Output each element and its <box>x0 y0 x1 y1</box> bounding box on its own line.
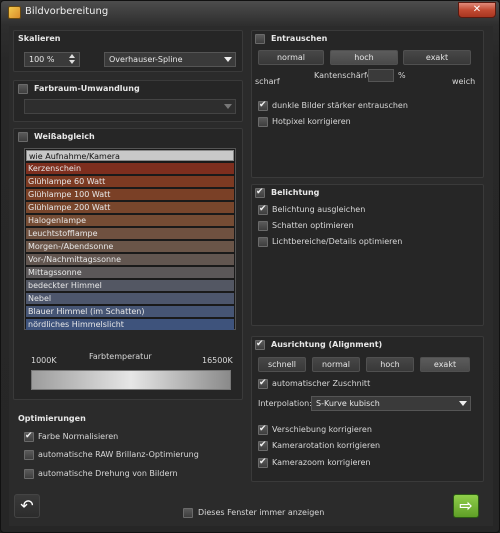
wb-preset-item[interactable]: Halogenlampe <box>26 215 234 226</box>
whitebalance-checkbox[interactable] <box>18 132 28 142</box>
wb-preset-item[interactable]: Mittagssonne <box>26 267 234 278</box>
colorspace-checkbox[interactable] <box>18 84 28 94</box>
denoise-exact-button[interactable]: exakt <box>403 50 471 65</box>
denoise-high-button[interactable]: hoch <box>330 50 398 65</box>
window-title: Bildvorbereitung <box>25 6 109 17</box>
normalize-color-label: Farbe Normalisieren <box>38 432 119 441</box>
shift-correct-label: Verschiebung korrigieren <box>272 425 372 434</box>
highlights-optimize-label: Lichtbereiche/Details optimieren <box>272 237 403 246</box>
edge-sharpness-label: Kantenschärfe <box>314 71 372 80</box>
align-high-button[interactable]: hoch <box>366 357 414 372</box>
denoise-normal-button[interactable]: normal <box>258 50 324 65</box>
scale-method-dropdown[interactable]: Overhauser-Spline <box>104 52 236 67</box>
interpolation-label: Interpolation: <box>258 399 312 408</box>
zoom-correct-label: Kamerazoom korrigieren <box>272 458 371 467</box>
shadows-optimize-label: Schatten optimieren <box>272 221 354 230</box>
chevron-down-icon <box>459 401 467 406</box>
wb-preset-item[interactable]: Blauer Himmel (im Schatten) <box>26 306 234 317</box>
align-normal-button[interactable]: normal <box>312 357 360 372</box>
auto-rotate-label: automatische Drehung von Bildern <box>38 469 178 478</box>
always-show-checkbox[interactable] <box>183 508 193 518</box>
scale-header: Skalieren <box>18 34 61 43</box>
next-button[interactable]: ⇨ <box>453 494 479 518</box>
optimizations-header: Optimierungen <box>18 414 86 423</box>
exposure-checkbox[interactable] <box>255 187 265 198</box>
scale-spinner[interactable] <box>68 53 77 66</box>
temperature-min-label: 1000K <box>31 356 57 365</box>
denoise-checkbox[interactable] <box>255 34 265 44</box>
normalize-color-checkbox[interactable] <box>24 431 34 442</box>
alignment-checkbox[interactable] <box>255 339 265 350</box>
close-button[interactable]: ✕ <box>458 2 496 18</box>
whitebalance-preset-list[interactable]: wie Aufnahme/Kamera Kerzenschein Glühlampe… <box>24 148 236 330</box>
shift-correct-checkbox[interactable] <box>258 424 268 435</box>
wb-preset-item[interactable]: wie Aufnahme/Kamera <box>26 150 234 161</box>
wb-preset-item[interactable]: Kerzenschein <box>26 163 234 174</box>
raw-brilliance-label: automatische RAW Brillanz-Optimierung <box>38 450 199 459</box>
colorspace-dropdown[interactable] <box>24 99 236 114</box>
wb-preset-item[interactable]: Vor-/Nachmittagssonne <box>26 254 234 265</box>
scale-method-value: Overhauser-Spline <box>109 55 183 64</box>
dark-images-denoise-checkbox[interactable] <box>258 100 268 111</box>
wb-preset-item[interactable]: Leuchtstofflampe <box>26 228 234 239</box>
autocrop-label: automatischer Zuschnitt <box>272 379 371 388</box>
edge-percent-unit: % <box>398 71 406 80</box>
chevron-down-icon <box>224 104 232 109</box>
temperature-max-label: 16500K <box>202 356 233 365</box>
app-icon <box>8 6 21 19</box>
temperature-slider[interactable] <box>31 370 231 390</box>
autocrop-checkbox[interactable] <box>258 378 268 389</box>
exposure-header: Belichtung <box>271 188 320 197</box>
raw-brilliance-checkbox[interactable] <box>24 450 34 460</box>
zoom-correct-checkbox[interactable] <box>258 457 268 468</box>
align-fast-button[interactable]: schnell <box>258 357 306 372</box>
colorspace-header: Farbraum-Umwandlung <box>34 84 140 93</box>
whitebalance-header: Weißabgleich <box>34 132 95 141</box>
temperature-label: Farbtemperatur <box>89 352 152 361</box>
wb-preset-item[interactable]: Glühlampe 60 Watt <box>26 176 234 187</box>
wb-preset-item[interactable]: nördliches Himmelslicht <box>26 319 234 330</box>
always-show-label: Dieses Fenster immer anzeigen <box>198 508 325 517</box>
wb-preset-item[interactable]: bedeckter Himmel <box>26 280 234 291</box>
edge-sharpness-input[interactable] <box>368 69 394 82</box>
auto-rotate-checkbox[interactable] <box>24 469 34 479</box>
hotpixel-checkbox[interactable] <box>258 117 268 127</box>
shadows-optimize-checkbox[interactable] <box>258 221 268 231</box>
edge-soft-label: weich <box>452 77 476 86</box>
wb-preset-item[interactable]: Nebel <box>26 293 234 304</box>
denoise-header: Entrauschen <box>271 34 328 43</box>
wb-preset-item[interactable]: Glühlampe 200 Watt <box>26 202 234 213</box>
title-bar[interactable]: Bildvorbereitung ✕ <box>1 1 500 25</box>
exposure-balance-label: Belichtung ausgleichen <box>272 205 366 214</box>
edge-sharp-label: scharf <box>255 77 280 86</box>
rotation-correct-checkbox[interactable] <box>258 440 268 451</box>
highlights-optimize-checkbox[interactable] <box>258 237 268 247</box>
hotpixel-label: Hotpixel korrigieren <box>272 117 351 126</box>
interpolation-value: S-Kurve kubisch <box>316 399 380 408</box>
interpolation-dropdown[interactable]: S-Kurve kubisch <box>311 396 471 411</box>
rotation-correct-label: Kamerarotation korrigieren <box>272 441 381 450</box>
align-exact-button[interactable]: exakt <box>420 357 470 372</box>
wb-preset-item[interactable]: Glühlampe 100 Watt <box>26 189 234 200</box>
exposure-balance-checkbox[interactable] <box>258 204 268 215</box>
alignment-header: Ausrichtung (Alignment) <box>271 340 383 349</box>
wb-preset-item[interactable]: Morgen-/Abendsonne <box>26 241 234 252</box>
chevron-down-icon <box>224 57 232 62</box>
back-button[interactable]: ↶ <box>14 494 40 518</box>
dark-images-denoise-label: dunkle Bilder stärker entrauschen <box>272 101 408 110</box>
